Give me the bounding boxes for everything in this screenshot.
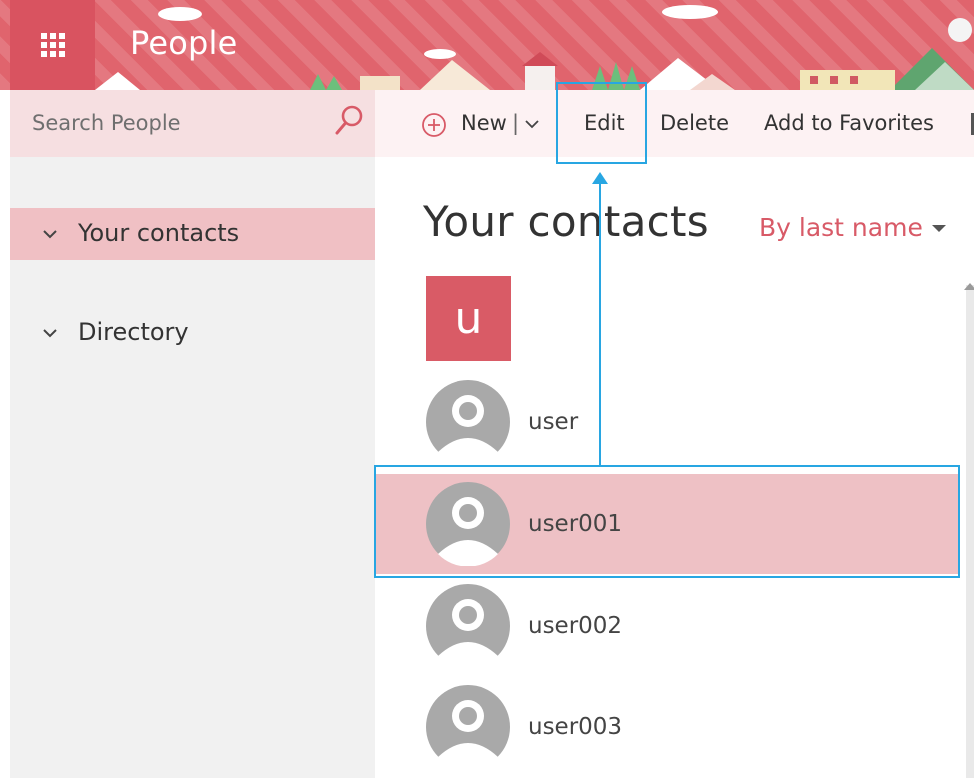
left-navigation: Your contacts Directory — [10, 157, 375, 778]
chevron-down-icon — [43, 230, 57, 239]
app-launcher-icon — [40, 33, 65, 57]
nav-item-directory[interactable]: Directory — [10, 307, 375, 359]
chevron-down-icon[interactable] — [524, 118, 540, 130]
contact-row[interactable]: user002 — [375, 576, 958, 676]
page-title: Your contacts — [423, 197, 709, 246]
app-title[interactable]: People — [130, 24, 238, 62]
letter-group-header[interactable]: u — [426, 276, 511, 361]
contact-name: user003 — [528, 714, 623, 740]
caret-down-icon[interactable] — [932, 225, 946, 233]
new-button[interactable]: New — [461, 90, 507, 157]
nav-item-label: Your contacts — [78, 219, 240, 247]
arrow-head-icon — [592, 172, 608, 184]
scroll-up-arrow-icon[interactable] — [964, 282, 974, 290]
avatar-icon — [426, 685, 510, 769]
avatar-icon — [426, 584, 510, 668]
chevron-down-icon — [43, 329, 57, 338]
avatar-icon — [426, 482, 510, 566]
add-circle-icon[interactable] — [421, 112, 447, 138]
command-bar: New | Edit Delete Add to Favorites — [375, 90, 974, 157]
contact-row-selected[interactable]: user001 — [375, 474, 958, 574]
new-separator: | — [512, 111, 520, 135]
contact-name: user001 — [528, 511, 623, 537]
contact-name: user — [528, 409, 579, 435]
delete-button[interactable]: Delete — [660, 90, 729, 157]
add-to-favorites-button[interactable]: Add to Favorites — [764, 90, 934, 157]
app-launcher-button[interactable] — [10, 0, 95, 90]
search-icon[interactable] — [334, 104, 364, 138]
contact-name: user002 — [528, 613, 623, 639]
search-box[interactable] — [10, 90, 375, 157]
scrollbar[interactable] — [966, 285, 974, 778]
nav-item-your-contacts[interactable]: Your contacts — [10, 208, 375, 260]
contact-row[interactable]: user — [375, 372, 958, 472]
avatar-icon — [426, 380, 510, 464]
search-input[interactable] — [32, 108, 322, 138]
edit-button[interactable]: Edit — [584, 90, 625, 157]
nav-item-label: Directory — [78, 318, 189, 346]
header-banner: People — [0, 0, 974, 90]
contact-row[interactable]: user003 — [375, 677, 958, 777]
sort-dropdown[interactable]: By last name — [759, 213, 923, 242]
